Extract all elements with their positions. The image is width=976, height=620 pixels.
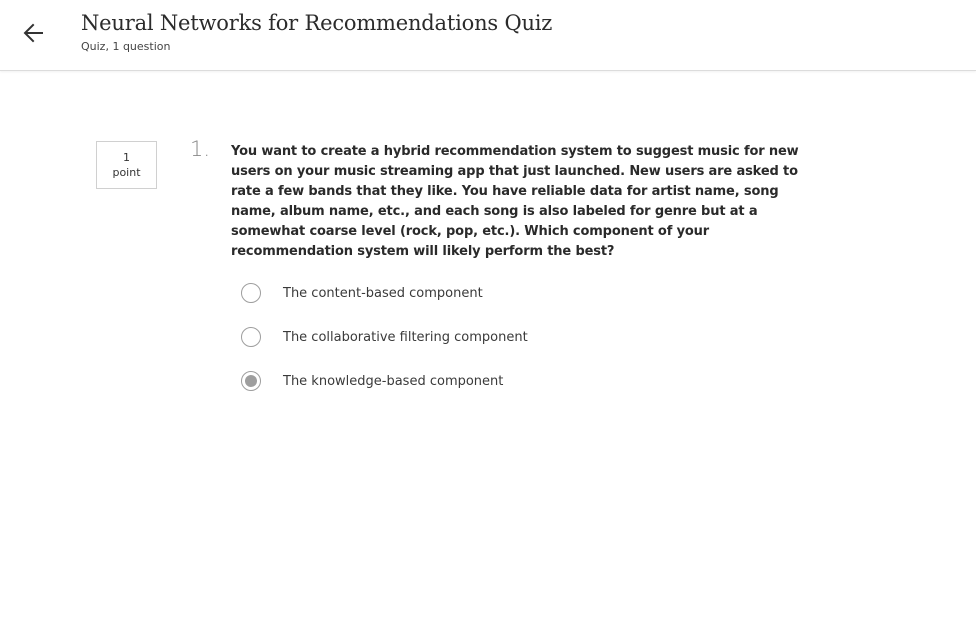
answer-option[interactable]: The collaborative filtering component — [241, 325, 528, 349]
page-subtitle: Quiz, 1 question — [81, 40, 171, 53]
points-label: point — [112, 166, 141, 179]
answer-option[interactable]: The content-based component — [241, 281, 483, 305]
radio-button[interactable] — [241, 327, 261, 347]
answer-option-label: The content-based component — [283, 285, 483, 301]
radio-button[interactable] — [241, 283, 261, 303]
arrow-left-icon — [23, 23, 43, 43]
question-text: You want to create a hybrid recommendati… — [231, 144, 799, 259]
page-title: Neural Networks for Recommendations Quiz — [81, 11, 553, 35]
radio-button[interactable] — [241, 371, 261, 391]
points-value: 1 — [123, 151, 130, 164]
answer-option-label: The collaborative filtering component — [283, 329, 528, 345]
points-badge: 1 point — [96, 141, 157, 189]
question-number: 1. — [190, 137, 211, 161]
back-button[interactable] — [20, 19, 48, 47]
page-header: Neural Networks for Recommendations Quiz… — [0, 0, 976, 71]
answer-option[interactable]: The knowledge-based component — [241, 369, 503, 393]
answer-option-label: The knowledge-based component — [283, 373, 504, 389]
